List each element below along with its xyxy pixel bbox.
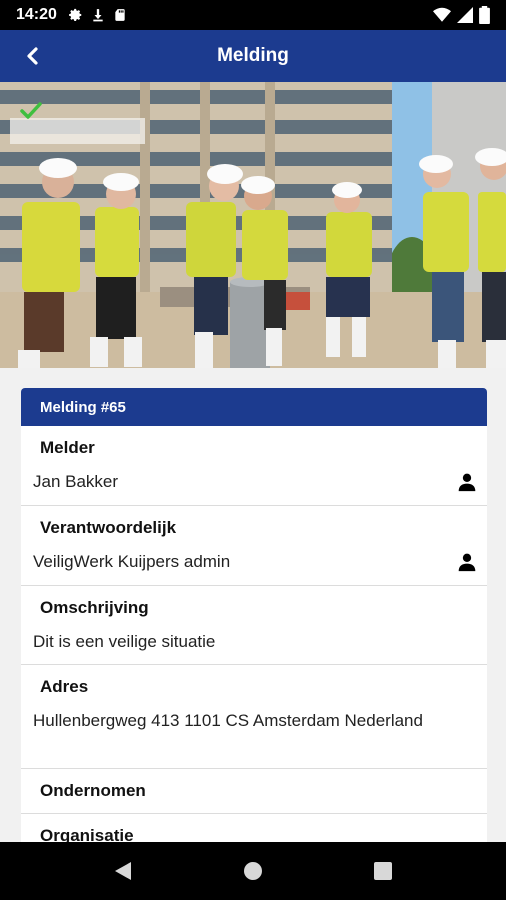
field-label: Organisatie <box>40 826 134 842</box>
checkmark-icon <box>20 102 42 119</box>
field-value: Dit is een veilige situatie <box>33 632 216 651</box>
home-circle-icon <box>244 862 262 880</box>
back-button[interactable] <box>16 42 48 70</box>
field-organisatie: Organisatie <box>21 814 487 842</box>
field-verantwoordelijk: Verantwoordelijk VeiligWerk Kuijpers adm… <box>21 506 487 586</box>
app-bar: Melding <box>0 30 506 82</box>
field-value: VeiligWerk Kuijpers admin <box>33 552 231 571</box>
sd-card-icon <box>115 9 125 21</box>
melding-card: Melding #65 Melder Jan Bakker Verantwoor… <box>21 388 487 842</box>
field-adres: Adres Hullenbergweg 413 1101 CS Amsterda… <box>21 665 487 769</box>
field-omschrijving: Omschrijving Dit is een veilige situatie <box>21 586 487 665</box>
status-icons-left <box>69 8 127 22</box>
card-header: Melding #65 <box>21 388 487 426</box>
status-time: 14:20 <box>16 6 57 23</box>
field-label: Adres <box>40 677 89 696</box>
construction-site-photo <box>0 82 506 368</box>
recents-square-icon <box>374 862 392 880</box>
field-melder: Melder Jan Bakker <box>21 426 487 506</box>
battery-icon <box>479 6 490 24</box>
page-title: Melding <box>217 45 289 66</box>
nav-back-button[interactable] <box>108 856 138 886</box>
field-ondernomen: Ondernomen <box>21 769 487 814</box>
nav-home-button[interactable] <box>238 856 268 886</box>
back-triangle-icon <box>115 862 131 880</box>
signal-icon <box>457 7 473 23</box>
nav-recents-button[interactable] <box>368 856 398 886</box>
field-label: Ondernomen <box>40 781 146 800</box>
field-value: Jan Bakker <box>33 472 119 491</box>
field-label: Melder <box>40 438 95 457</box>
gear-icon <box>69 8 82 22</box>
download-icon <box>93 9 103 22</box>
status-icons-right <box>433 6 490 24</box>
person-icon[interactable] <box>457 472 477 492</box>
content-scroll[interactable]: Melding #65 Melder Jan Bakker Verantwoor… <box>0 368 506 842</box>
system-nav-bar <box>0 842 506 900</box>
hero-photo <box>0 82 506 368</box>
status-bar: 14:20 <box>0 0 506 30</box>
wifi-icon <box>433 7 451 22</box>
arrow-left-icon <box>27 47 38 65</box>
field-label: Verantwoordelijk <box>40 518 177 537</box>
field-label: Omschrijving <box>40 598 149 617</box>
field-value: Hullenbergweg 413 1101 CS Amsterdam Nede… <box>33 711 423 730</box>
person-icon[interactable] <box>457 552 477 572</box>
